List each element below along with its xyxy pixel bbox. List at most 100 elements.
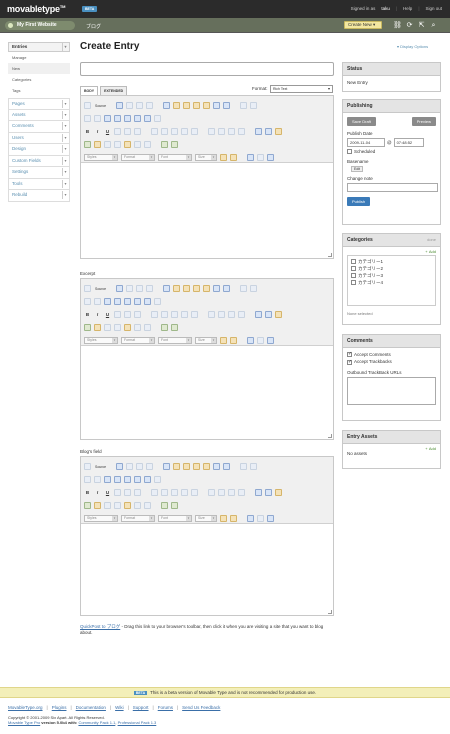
strike-icon[interactable] [114, 128, 121, 135]
textfield-icon[interactable] [154, 115, 161, 122]
footer-link-movabletype[interactable]: MovableType.org [8, 705, 43, 710]
maximize-icon[interactable] [247, 154, 254, 161]
italic-button[interactable]: I [94, 312, 101, 317]
templates-icon[interactable] [146, 285, 154, 292]
footer-link-documentation[interactable]: Documentation [76, 705, 106, 710]
outdent-icon[interactable] [171, 489, 178, 496]
footer-link-support[interactable]: Support [133, 705, 149, 710]
insert-link-icon[interactable] [171, 502, 178, 509]
page-break-icon[interactable] [144, 324, 151, 331]
subscript-icon[interactable] [124, 489, 131, 496]
resize-handle[interactable] [328, 610, 332, 614]
new-page-icon[interactable] [126, 102, 134, 109]
source-icon[interactable] [84, 463, 91, 470]
time-field[interactable]: 07:48:52 [393, 138, 424, 147]
textfield-icon[interactable] [154, 476, 161, 483]
display-options-link[interactable]: ▾ Display Options [397, 44, 428, 49]
list-item[interactable]: カテゴリー2 [351, 266, 432, 272]
new-page-icon[interactable] [126, 463, 134, 470]
preview-icon[interactable] [136, 285, 144, 292]
save-draft-button[interactable]: Save Draft [347, 117, 376, 126]
anchor-icon[interactable] [275, 128, 282, 135]
radio-icon[interactable] [144, 476, 151, 483]
paste-icon[interactable] [183, 463, 191, 470]
numbered-list-icon[interactable] [151, 311, 158, 318]
flash-icon[interactable] [94, 502, 101, 509]
save-icon[interactable] [116, 463, 124, 470]
align-left-icon[interactable] [208, 311, 215, 318]
font-select[interactable]: Font ▾ [158, 515, 192, 522]
tab-body[interactable]: BODY [80, 86, 99, 95]
paste-word-icon[interactable] [203, 102, 211, 109]
accept-trackbacks-row[interactable]: Accept Trackbacks [347, 359, 436, 365]
scheduled-checkbox[interactable] [347, 149, 352, 155]
paste-text-icon[interactable] [193, 285, 201, 292]
align-center-icon[interactable] [218, 489, 225, 496]
styles-select[interactable]: Styles ▾ [84, 337, 118, 344]
find-icon[interactable] [84, 476, 91, 483]
underline-button[interactable]: U [104, 490, 111, 495]
special-char-icon[interactable] [134, 502, 141, 509]
list-item[interactable]: カテゴリー4 [351, 280, 432, 286]
category-checkbox[interactable] [351, 280, 356, 286]
format-block-select[interactable]: Format ▾ [121, 337, 155, 344]
preview-icon[interactable] [136, 463, 144, 470]
outbound-trackbacks-input[interactable] [347, 376, 436, 405]
paste-icon[interactable] [183, 285, 191, 292]
insert-asset-icon[interactable] [161, 502, 168, 509]
publish-button[interactable]: Publish [347, 197, 371, 207]
sidebar-subitem-new[interactable]: New [8, 63, 70, 74]
align-left-icon[interactable] [208, 489, 215, 496]
sign-out-link[interactable]: Sign out [425, 6, 442, 11]
sidebar-subitem-categories[interactable]: Categories [8, 74, 70, 85]
subscript-icon[interactable] [124, 128, 131, 135]
spellcheck-icon[interactable] [223, 285, 231, 292]
replace-icon[interactable] [94, 476, 101, 483]
copy-icon[interactable] [173, 463, 181, 470]
create-new-button[interactable]: Create New ▾ [344, 21, 382, 29]
font-select[interactable]: Font ▾ [158, 337, 192, 344]
image-icon[interactable] [84, 324, 91, 331]
subscript-icon[interactable] [124, 311, 131, 318]
size-select[interactable]: Size ▾ [195, 515, 217, 522]
cut-icon[interactable] [163, 463, 171, 470]
category-checkbox[interactable] [351, 273, 356, 279]
maximize-icon[interactable] [247, 337, 254, 344]
replace-icon[interactable] [94, 115, 101, 122]
source-icon[interactable] [84, 102, 91, 109]
chevron-down-icon[interactable]: ▾ [62, 122, 68, 130]
table-icon[interactable] [104, 502, 111, 509]
refresh-icon[interactable]: ⟳ [405, 21, 414, 30]
footer-link-wiki[interactable]: Wiki [115, 705, 124, 710]
outdent-icon[interactable] [171, 311, 178, 318]
blockquote-icon[interactable] [191, 128, 198, 135]
sidebar-item-custom-fields[interactable]: Custom Fields ▾ [8, 155, 70, 167]
select-all-icon[interactable] [104, 115, 111, 122]
horizontal-rule-icon[interactable] [114, 324, 121, 331]
format-block-select[interactable]: Format ▾ [121, 154, 155, 161]
numbered-list-icon[interactable] [151, 489, 158, 496]
superscript-icon[interactable] [134, 128, 141, 135]
sidebar-item-design[interactable]: Design ▾ [8, 144, 70, 156]
resize-handle[interactable] [328, 434, 332, 438]
select-all-icon[interactable] [104, 476, 111, 483]
align-left-icon[interactable] [208, 128, 215, 135]
remove-format-icon[interactable] [114, 115, 121, 122]
accept-comments-row[interactable]: Accept Comments [347, 351, 436, 358]
strike-icon[interactable] [114, 311, 121, 318]
align-right-icon[interactable] [228, 311, 235, 318]
new-page-icon[interactable] [126, 285, 134, 292]
professional-pack-link[interactable]: Professional Pack 1.3 [118, 720, 157, 725]
indent-icon[interactable] [181, 128, 188, 135]
help-icon[interactable] [267, 154, 274, 161]
sidebar-item-assets[interactable]: Assets ▾ [8, 109, 70, 121]
print-icon[interactable] [213, 463, 221, 470]
bold-button[interactable]: B [84, 312, 91, 317]
format-block-select[interactable]: Format ▾ [121, 515, 155, 522]
sidebar-item-users[interactable]: Users ▾ [8, 132, 70, 144]
link-icon[interactable] [255, 128, 262, 135]
add-category-link[interactable]: + Add [347, 249, 436, 254]
show-blocks-icon[interactable] [257, 154, 264, 161]
bold-button[interactable]: B [84, 129, 91, 134]
indent-icon[interactable] [181, 311, 188, 318]
